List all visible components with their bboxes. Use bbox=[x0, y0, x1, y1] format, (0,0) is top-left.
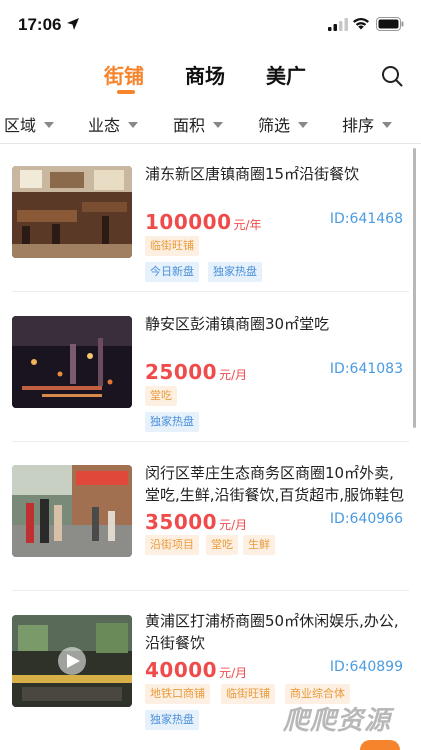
filter-business-type-label: 业态 bbox=[88, 116, 121, 135]
floating-action-button[interactable] bbox=[360, 740, 400, 750]
cellular-signal-icon bbox=[328, 18, 348, 31]
filter-area[interactable]: 面积 bbox=[173, 112, 224, 136]
filter-screen-label: 筛选 bbox=[258, 116, 291, 135]
divider bbox=[12, 441, 409, 442]
price-unit: 元/月 bbox=[219, 518, 248, 532]
listing-title: 浦东新区唐镇商圈15㎡沿街餐饮 bbox=[145, 165, 360, 183]
price-value: 40000 bbox=[145, 658, 218, 682]
tag-feature: 沿街项目 bbox=[145, 535, 199, 555]
price-value: 35000 bbox=[145, 510, 218, 534]
listing-title: 黄浦区打浦桥商圈50㎡休闲娱乐,办公,沿街餐饮 bbox=[145, 612, 399, 652]
listing-item[interactable]: 浦东新区唐镇商圈15㎡沿街餐饮 100000 元/年 ID:641468 临街旺铺… bbox=[0, 150, 421, 292]
listing-item[interactable]: 静安区彭浦镇商圈30㎡堂吃 25000 元/月 ID:641083 堂吃 独家热盘 bbox=[0, 300, 421, 442]
category-tabs: 街铺 商场 美广 bbox=[0, 52, 421, 98]
street-video-thumbnail bbox=[12, 615, 132, 707]
tab-street-shops[interactable]: 街铺 bbox=[104, 60, 144, 89]
listing-id: ID:640966 bbox=[329, 511, 403, 527]
listing-price: 25000 元/月 bbox=[145, 360, 247, 384]
restaurant-interior-photo bbox=[12, 166, 132, 258]
listing-title: 闵行区莘庄生态商务区商圈10㎡外卖,堂吃,生鲜,沿街餐饮,百货超市,服饰鞋包 bbox=[145, 464, 405, 504]
price-value: 25000 bbox=[145, 360, 218, 384]
scrollbar[interactable] bbox=[413, 148, 416, 428]
chevron-down-icon bbox=[298, 121, 309, 128]
filter-sort[interactable]: 排序 bbox=[342, 112, 393, 136]
filter-sort-label: 排序 bbox=[342, 116, 375, 135]
battery-icon bbox=[376, 17, 404, 31]
divider bbox=[12, 291, 409, 292]
filter-screen[interactable]: 筛选 bbox=[258, 112, 309, 136]
tag-badge: 独家热盘 bbox=[145, 710, 199, 730]
tab-malls[interactable]: 商场 bbox=[185, 60, 225, 89]
chevron-down-icon bbox=[128, 121, 139, 128]
chevron-down-icon bbox=[213, 121, 224, 128]
chevron-down-icon bbox=[44, 121, 55, 128]
filter-region[interactable]: 区域 bbox=[4, 112, 55, 136]
filter-business-type[interactable]: 业态 bbox=[88, 112, 139, 136]
tag-badge: 独家热盘 bbox=[208, 262, 262, 282]
city-night-photo bbox=[12, 316, 132, 408]
chevron-down-icon bbox=[382, 121, 393, 128]
divider bbox=[12, 590, 409, 591]
price-value: 100000 bbox=[145, 210, 232, 234]
tag-feature: 堂吃 bbox=[206, 535, 238, 555]
tag-feature: 堂吃 bbox=[145, 386, 177, 406]
tag-feature: 地铁口商铺 bbox=[145, 684, 210, 704]
status-time: 17:06 bbox=[18, 15, 62, 34]
filter-area-label: 面积 bbox=[173, 116, 206, 135]
tag-feature: 生鲜 bbox=[243, 535, 275, 555]
listing-item[interactable]: 闵行区莘庄生态商务区商圈10㎡外卖,堂吃,生鲜,沿街餐饮,百货超市,服饰鞋包 3… bbox=[0, 450, 421, 590]
tag-badge: 今日新盘 bbox=[145, 262, 199, 282]
watermark-text: 爬爬资源 bbox=[283, 706, 392, 736]
listing-price: 100000 元/年 bbox=[145, 210, 262, 234]
tag-feature: 临街旺铺 bbox=[221, 684, 275, 704]
active-tab-indicator bbox=[117, 90, 135, 94]
location-arrow-icon bbox=[67, 18, 79, 30]
tag-feature: 临街旺铺 bbox=[145, 236, 199, 256]
filter-region-label: 区域 bbox=[4, 116, 37, 135]
listing-price: 35000 元/月 bbox=[145, 510, 247, 534]
tag-badge: 独家热盘 bbox=[145, 412, 199, 432]
tab-ads[interactable]: 美广 bbox=[266, 60, 306, 89]
search-icon[interactable] bbox=[380, 64, 404, 88]
listing-id: ID:641083 bbox=[329, 361, 403, 377]
price-unit: 元/月 bbox=[219, 666, 248, 680]
listing-price: 40000 元/月 bbox=[145, 658, 247, 682]
listing-id: ID:641468 bbox=[329, 211, 403, 227]
status-bar: 17:06 bbox=[0, 0, 421, 50]
listing-id: ID:640899 bbox=[329, 659, 403, 675]
wifi-icon bbox=[353, 18, 369, 30]
price-unit: 元/年 bbox=[233, 218, 262, 232]
price-unit: 元/月 bbox=[219, 368, 248, 382]
filter-bar: 区域 业态 面积 筛选 排序 bbox=[0, 100, 421, 144]
listing-title: 静安区彭浦镇商圈30㎡堂吃 bbox=[145, 315, 330, 333]
street-scene-photo bbox=[12, 465, 132, 557]
